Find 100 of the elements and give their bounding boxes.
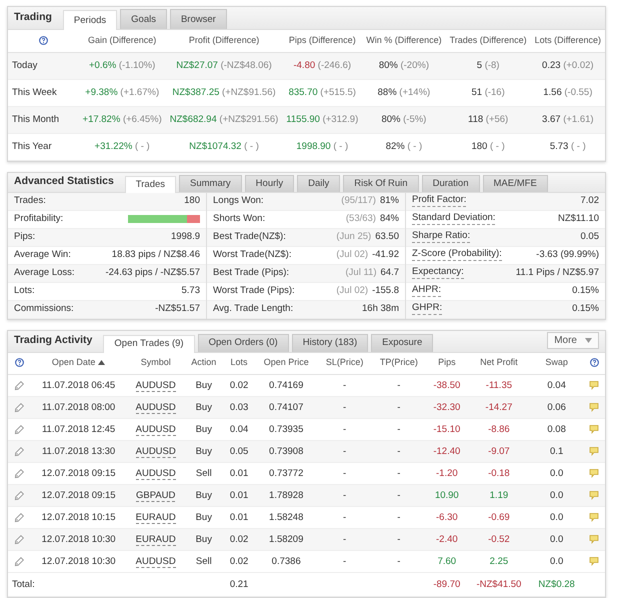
stat-label: Profit Factor: xyxy=(412,195,466,207)
tag-icon[interactable] xyxy=(14,468,24,479)
tab[interactable]: Periods xyxy=(62,10,118,30)
stat-note: (53/63) xyxy=(346,214,376,224)
symbol-link[interactable]: AUDUSD xyxy=(136,468,176,480)
column-header[interactable]: Pips xyxy=(438,357,456,368)
stat-label: Lots: xyxy=(14,286,35,296)
tag-icon[interactable] xyxy=(14,446,24,457)
column-header: Gain (Difference) xyxy=(88,34,156,45)
tag-icon[interactable] xyxy=(14,402,24,413)
comment-icon[interactable] xyxy=(589,402,599,412)
tab[interactable]: Daily xyxy=(297,174,340,192)
column-header[interactable]: SL(Price) xyxy=(326,357,364,368)
stat-label: GHPR: xyxy=(412,303,442,315)
help-icon[interactable] xyxy=(14,358,24,368)
tab[interactable]: Open Orders (0) xyxy=(198,334,289,352)
symbol-link[interactable]: GBPAUD xyxy=(136,490,176,502)
column-header[interactable]: Lots xyxy=(230,357,248,368)
tab[interactable]: Duration xyxy=(422,174,480,192)
column-header: Win % (Difference) xyxy=(366,34,442,45)
stat-value: 1998.9 xyxy=(170,232,200,242)
symbol-link[interactable]: AUDUSD xyxy=(136,556,176,568)
symbol-link[interactable]: AUDUSD xyxy=(136,402,176,414)
column-header[interactable]: Net Profit xyxy=(480,357,518,368)
column-header[interactable]: TP(Price) xyxy=(380,357,418,368)
tag-icon[interactable] xyxy=(14,556,24,567)
sort-icon[interactable] xyxy=(98,360,106,366)
table-cell: -6.30 xyxy=(436,512,458,523)
comment-icon[interactable] xyxy=(589,556,599,566)
column-header[interactable]: Open Date xyxy=(52,357,96,368)
difference-value: (+1.61) xyxy=(563,114,594,125)
symbol-link[interactable]: AUDUSD xyxy=(136,380,176,392)
comment-icon[interactable] xyxy=(589,424,599,434)
tab[interactable]: MAE/MFE xyxy=(482,174,548,192)
tag-icon[interactable] xyxy=(14,512,24,523)
column-header[interactable]: Swap xyxy=(545,357,568,368)
tag-icon[interactable] xyxy=(14,534,24,545)
table-cell: 5.73 xyxy=(550,140,568,152)
table-cell: 0.02 xyxy=(230,534,248,545)
stat-value: 0.15% xyxy=(572,286,599,296)
tag-icon[interactable] xyxy=(14,490,24,501)
table-cell: +9.38% xyxy=(85,86,118,98)
help-icon[interactable] xyxy=(590,358,598,368)
table-cell: NZ$387.25 xyxy=(172,86,220,98)
comment-icon[interactable] xyxy=(589,512,599,522)
table-cell: - xyxy=(397,402,400,413)
table-cell: 0.21 xyxy=(230,578,248,590)
tab[interactable]: History (183) xyxy=(292,334,368,352)
help-icon[interactable] xyxy=(38,36,48,45)
stat-value: 84% xyxy=(380,214,399,224)
table-cell: 0.06 xyxy=(547,402,566,413)
stat-value: 0.05 xyxy=(580,232,599,242)
table-cell: Buy xyxy=(196,490,212,501)
table-cell: 0.04 xyxy=(230,424,248,435)
table-cell: 0.02 xyxy=(230,556,248,567)
tab[interactable]: Browser xyxy=(170,9,227,29)
tag-icon[interactable] xyxy=(14,424,24,435)
tab[interactable]: Hourly xyxy=(244,174,294,192)
difference-value: (+1.67%) xyxy=(120,86,160,98)
table-cell: 118 xyxy=(468,114,484,125)
comment-icon[interactable] xyxy=(589,380,599,390)
difference-value: (-16) xyxy=(484,86,505,98)
comment-icon[interactable] xyxy=(589,534,599,544)
stat-value: 0.15% xyxy=(572,304,599,314)
more-button[interactable]: More xyxy=(547,332,599,348)
table-cell: 11.07.2018 13:30 xyxy=(42,446,116,457)
table-cell: 80% xyxy=(381,114,400,125)
tag-icon[interactable] xyxy=(14,380,24,391)
stat-value: -3.63 (99.99%) xyxy=(536,250,599,260)
tab[interactable]: Summary xyxy=(179,174,242,192)
table-cell: 3.67 xyxy=(542,114,561,125)
period-label: This Month xyxy=(12,114,59,125)
table-cell: 0.08 xyxy=(547,424,566,435)
table-cell: +17.82% xyxy=(82,114,120,125)
column-header[interactable]: Action xyxy=(191,357,216,368)
symbol-link[interactable]: EURAUD xyxy=(136,512,176,524)
table-cell: - xyxy=(343,402,346,413)
stat-label: Sharpe Ratio: xyxy=(412,231,470,243)
table-cell: Sell xyxy=(196,468,212,479)
comment-icon[interactable] xyxy=(589,446,599,456)
table-cell: -11.35 xyxy=(486,380,512,391)
period-label: This Year xyxy=(12,140,52,152)
tab[interactable]: Open Trades (9) xyxy=(103,334,195,352)
table-cell: 12.07.2018 10:30 xyxy=(42,556,116,567)
symbol-link[interactable]: AUDUSD xyxy=(136,446,176,458)
column-header[interactable]: Symbol xyxy=(140,357,171,368)
column-header[interactable]: Open Price xyxy=(264,357,309,368)
tab[interactable]: Trades xyxy=(124,176,176,192)
comment-icon[interactable] xyxy=(589,468,599,478)
tab[interactable]: Goals xyxy=(120,9,167,29)
stat-note: (Jul 02) xyxy=(336,250,368,260)
tab[interactable]: Risk Of Ruin xyxy=(343,174,419,192)
table-cell: +0.6% xyxy=(88,60,116,71)
symbol-link[interactable]: EURAUD xyxy=(136,534,176,546)
comment-icon[interactable] xyxy=(589,490,599,500)
symbol-link[interactable]: AUDUSD xyxy=(136,424,176,436)
total-label: Total: xyxy=(12,578,35,590)
table-cell: 1998.90 xyxy=(296,140,331,152)
table-cell: - xyxy=(343,446,346,457)
tab[interactable]: Exposure xyxy=(371,334,434,352)
